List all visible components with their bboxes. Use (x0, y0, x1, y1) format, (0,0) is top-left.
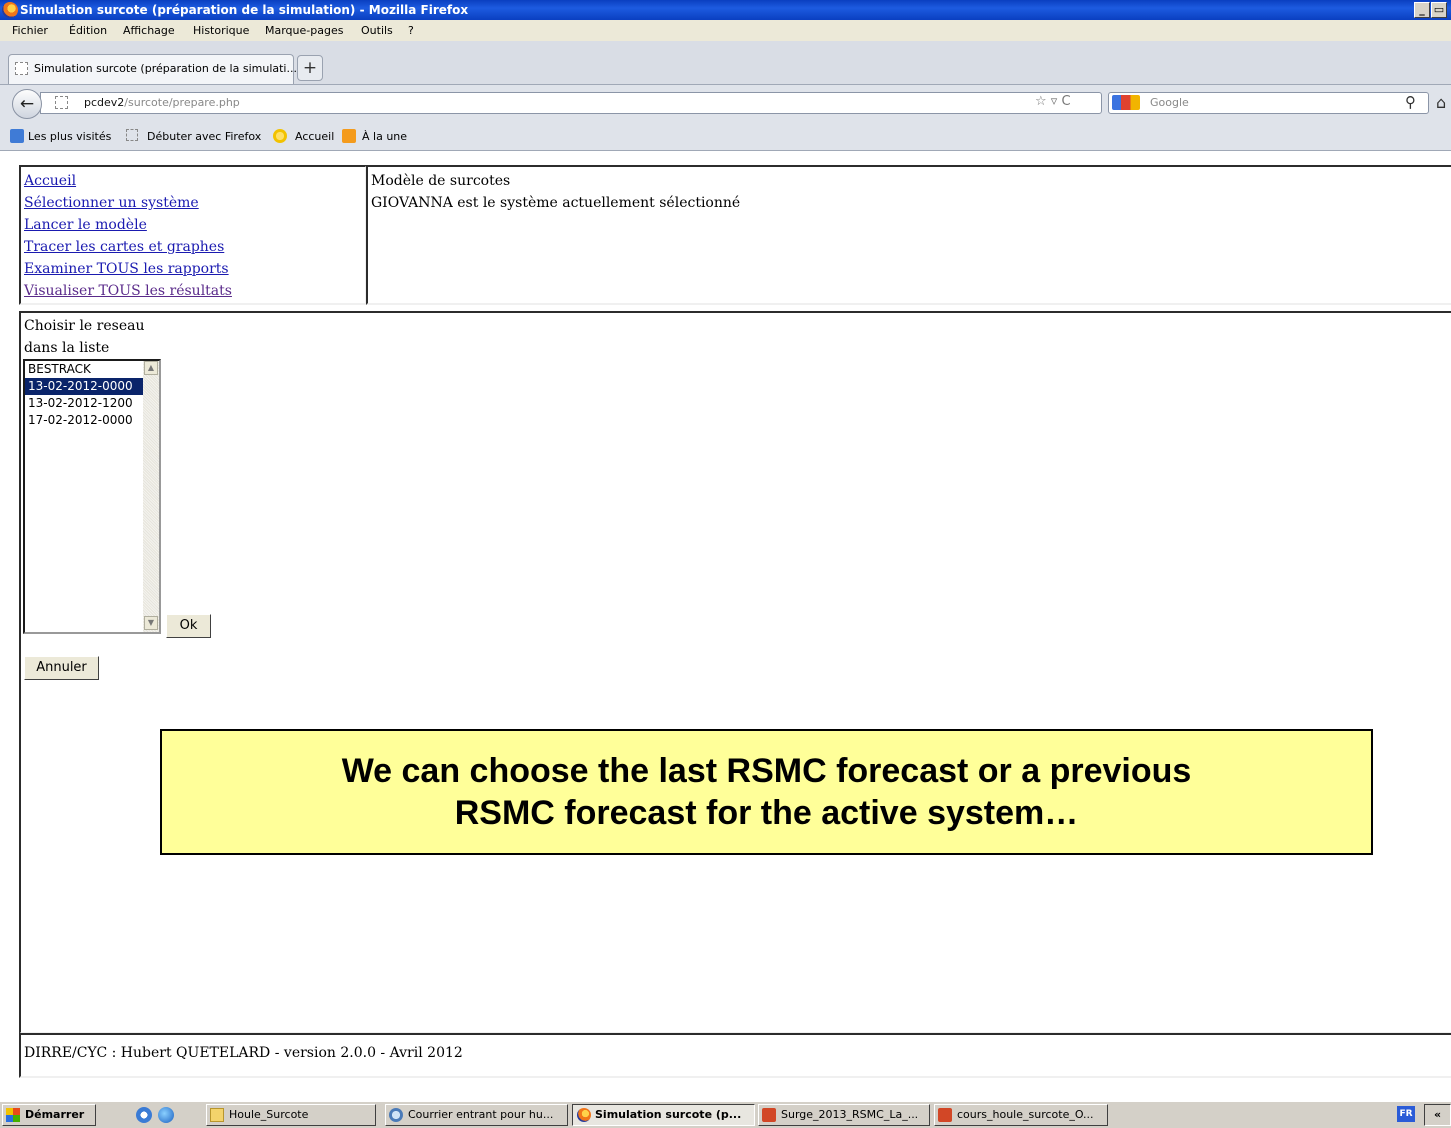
most-visited-icon (10, 129, 24, 143)
menu-historique[interactable]: Historique (193, 24, 249, 37)
windows-logo-icon (6, 1108, 20, 1122)
magnifier-icon[interactable]: ⚲ (1405, 93, 1416, 111)
menu-fichier[interactable]: Fichier (12, 24, 48, 37)
home-icon[interactable]: ⌂ (1436, 93, 1446, 112)
annotation-callout: We can choose the last RSMC forecast or … (160, 729, 1373, 855)
cancel-button[interactable]: Annuler (24, 656, 99, 680)
back-arrow-icon: ← (19, 94, 35, 114)
tab-label: Simulation surcote (préparation de la si… (34, 62, 297, 75)
internet-explorer-icon[interactable] (158, 1107, 174, 1123)
page-icon (126, 129, 138, 141)
link-accueil[interactable]: Accueil (24, 170, 365, 192)
sun-icon (273, 129, 287, 143)
model-title: Modèle de surcotes (371, 173, 511, 189)
firefox-icon (2, 2, 18, 18)
scroll-up-arrow-icon[interactable]: ▲ (144, 361, 158, 375)
listbox-scrollbar[interactable] (143, 361, 159, 632)
menu-affichage[interactable]: Affichage (123, 24, 175, 37)
firefox-icon (577, 1108, 591, 1122)
taskbar-item-cours-houle[interactable]: cours_houle_surcote_O... (934, 1104, 1108, 1126)
menu-help[interactable]: ? (408, 24, 414, 37)
header-frame: Modèle de surcotes GIOVANNA est le systè… (366, 165, 1451, 305)
mail-client-icon (389, 1108, 403, 1122)
choose-network-prompt: Choisir le reseau (24, 318, 145, 334)
url-text[interactable]: pcdev2/surcote/prepare.php (84, 96, 240, 109)
maximize-button[interactable]: ▭ (1431, 2, 1447, 18)
rss-feed-icon (342, 129, 356, 143)
site-identity-icon[interactable] (55, 96, 68, 109)
bookmark-accueil[interactable]: Accueil (295, 130, 334, 143)
folder-icon (210, 1108, 224, 1122)
bookmark-star-reload-icons[interactable]: ☆ ▿ C (1035, 94, 1071, 109)
listbox-option-selected[interactable]: 13-02-2012-0000 (25, 378, 159, 395)
from-list-prompt: dans la liste (24, 340, 110, 356)
window-title: Simulation surcote (préparation de la si… (20, 3, 469, 17)
callout-line-2: RSMC forecast for the active system… (454, 794, 1079, 832)
link-tracer-cartes[interactable]: Tracer les cartes et graphes (24, 236, 365, 258)
listbox-option-bestrack[interactable]: BESTRACK (25, 361, 159, 378)
bookmark-les-plus-visites[interactable]: Les plus visités (28, 130, 111, 143)
tray-expand-button[interactable]: « (1424, 1104, 1451, 1126)
google-engine-icon[interactable] (1112, 95, 1140, 110)
powerpoint-icon (938, 1108, 952, 1122)
listbox-option[interactable]: 13-02-2012-1200 (25, 395, 159, 412)
menu-outils[interactable]: Outils (361, 24, 393, 37)
listbox-option[interactable]: 17-02-2012-0000 (25, 412, 159, 429)
url-path: /surcote/prepare.php (124, 96, 240, 109)
taskbar-item-courrier[interactable]: Courrier entrant pour hu... (385, 1104, 568, 1126)
link-selectionner-systeme[interactable]: Sélectionner un système (24, 192, 365, 214)
selected-system-status: GIOVANNA est le système actuellement sél… (371, 195, 741, 211)
link-visualiser-resultats[interactable]: Visualiser TOUS les résultats (24, 280, 365, 302)
link-examiner-rapports[interactable]: Examiner TOUS les rapports (24, 258, 365, 280)
scroll-down-arrow-icon[interactable]: ▼ (144, 616, 158, 630)
new-tab-button[interactable]: + (297, 55, 323, 81)
footer-credits: DIRRE/CYC : Hubert QUETELARD - version 2… (24, 1045, 463, 1061)
ok-button[interactable]: Ok (166, 614, 211, 638)
taskbar-item-simulation-surcote[interactable]: Simulation surcote (p... (572, 1104, 755, 1126)
window-title-bar: Simulation surcote (préparation de la si… (0, 0, 1451, 20)
menu-marque-pages[interactable]: Marque-pages (265, 24, 343, 37)
menu-edition[interactable]: Édition (69, 24, 107, 37)
main-frame: Choisir le reseau dans la liste (19, 311, 1451, 1034)
back-button[interactable]: ← (12, 89, 42, 119)
forecast-listbox[interactable]: BESTRACK 13-02-2012-0000 13-02-2012-1200… (23, 359, 161, 634)
bookmark-debuter-avec-firefox[interactable]: Débuter avec Firefox (147, 130, 261, 143)
callout-line-1: We can choose the last RSMC forecast or … (341, 752, 1192, 790)
taskbar-item-houle-surcote[interactable]: Houle_Surcote (206, 1104, 376, 1126)
link-lancer-modele[interactable]: Lancer le modèle (24, 214, 365, 236)
page-icon (15, 62, 28, 75)
minimize-button[interactable]: _ (1414, 2, 1430, 18)
bookmark-a-la-une[interactable]: À la une (362, 130, 407, 143)
search-placeholder: Google (1150, 96, 1189, 109)
show-desktop-icon[interactable] (136, 1107, 152, 1123)
footer-frame: DIRRE/CYC : Hubert QUETELARD - version 2… (19, 1033, 1451, 1078)
nav-frame: Accueil Sélectionner un système Lancer l… (19, 165, 367, 305)
powerpoint-icon (762, 1108, 776, 1122)
taskbar-item-surge-rsmc[interactable]: Surge_2013_RSMC_La_... (758, 1104, 930, 1126)
url-host: pcdev2 (84, 96, 125, 109)
language-indicator[interactable]: FR (1397, 1106, 1415, 1122)
